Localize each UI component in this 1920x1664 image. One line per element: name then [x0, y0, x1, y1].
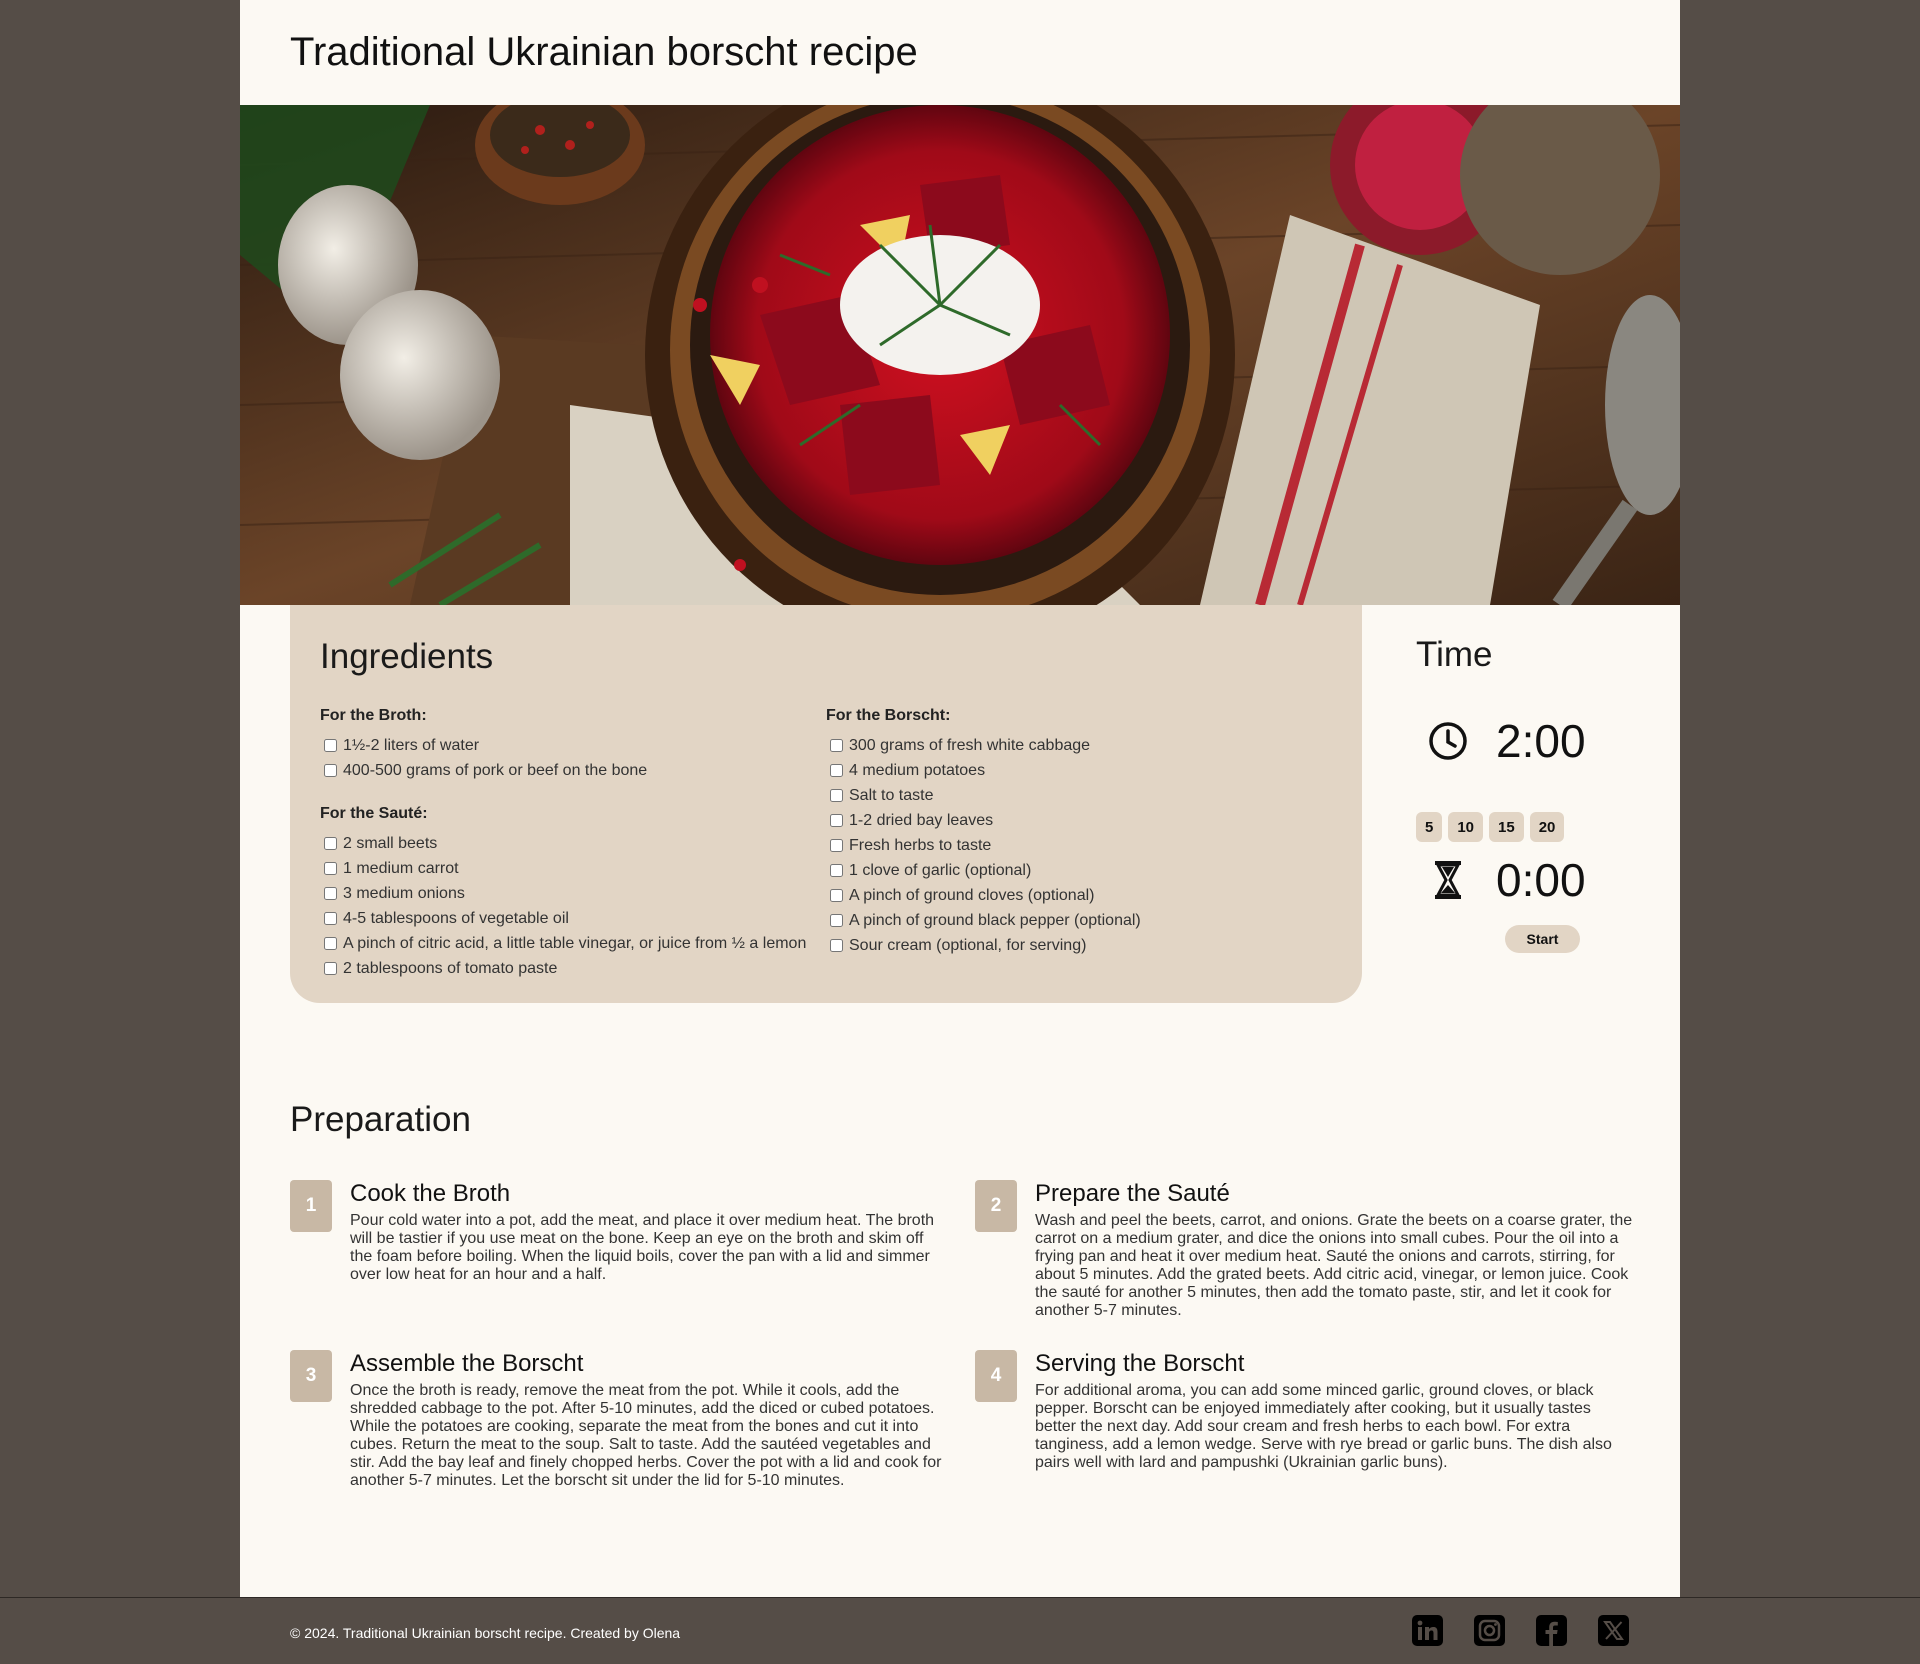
preset-20-button[interactable]: 20: [1529, 812, 1565, 842]
page-header: Traditional Ukrainian borscht recipe: [240, 0, 1680, 105]
ingredient-checkbox[interactable]: [324, 887, 337, 900]
social-links: [1412, 1615, 1629, 1646]
preset-10-button[interactable]: 10: [1448, 812, 1484, 842]
ingredient-item: A pinch of ground cloves (optional): [826, 883, 1332, 908]
ingredient-item: Sour cream (optional, for serving): [826, 933, 1332, 958]
step-title: Serving the Borscht: [1035, 1350, 1245, 1377]
step-text: Wash and peel the beets, carrot, and oni…: [1035, 1212, 1633, 1319]
preset-15-button[interactable]: 15: [1489, 812, 1524, 842]
step-3: 3 Assemble the Borscht Once the broth is…: [290, 1350, 950, 1490]
step-number: 4: [975, 1350, 1017, 1402]
x-icon[interactable]: [1598, 1615, 1629, 1646]
preparation-section: Preparation 1 Cook the Broth Pour cold w…: [290, 1100, 1640, 1490]
ingredient-checkbox[interactable]: [830, 864, 843, 877]
ingredient-item: 1 clove of garlic (optional): [826, 858, 1332, 883]
step-number: 2: [975, 1180, 1017, 1232]
page-title: Traditional Ukrainian borscht recipe: [290, 30, 918, 74]
ingredients-panel: Ingredients For the Broth: 1½-2 liters o…: [290, 605, 1362, 1003]
time-title: Time: [1416, 635, 1493, 674]
ingredient-item: 3 medium onions: [320, 881, 826, 906]
hourglass-icon: [1420, 852, 1476, 908]
group-title-broth: For the Broth:: [320, 707, 427, 724]
steps-grid: 1 Cook the Broth Pour cold water into a …: [290, 1180, 1640, 1490]
ingredient-checkbox[interactable]: [830, 839, 843, 852]
time-panel: Time 2:00 5 10 15 20 0:00 Start: [1416, 605, 1636, 985]
ingredient-list-borscht: 300 grams of fresh white cabbage 4 mediu…: [826, 733, 1332, 958]
timer-row: 0:00: [1416, 852, 1616, 908]
clock-icon: [1420, 713, 1476, 769]
step-title: Cook the Broth: [350, 1180, 511, 1207]
ingredient-checkbox[interactable]: [324, 962, 337, 975]
ingredient-item: 4-5 tablespoons of vegetable oil: [320, 906, 826, 931]
preset-5-button[interactable]: 5: [1416, 812, 1443, 842]
step-title: Prepare the Sauté: [1035, 1180, 1230, 1207]
group-title-saute: For the Sauté:: [320, 805, 428, 822]
total-time-value: 2:00: [1496, 715, 1586, 767]
timer-presets: 5 10 15 20: [1416, 812, 1565, 842]
linkedin-icon[interactable]: [1412, 1615, 1443, 1646]
ingredient-checkbox[interactable]: [830, 739, 843, 752]
ingredient-checkbox[interactable]: [830, 789, 843, 802]
ingredient-item: 2 tablespoons of tomato paste: [320, 956, 826, 981]
ingredient-item: 2 small beets: [320, 831, 826, 856]
ingredients-column-left: For the Broth: 1½-2 liters of water 400-…: [320, 707, 826, 1003]
ingredient-item: 400-500 grams of pork or beef on the bon…: [320, 758, 826, 783]
step-number: 3: [290, 1350, 332, 1402]
copyright-text: © 2024. Traditional Ukrainian borscht re…: [290, 1625, 681, 1641]
ingredient-item: Salt to taste: [826, 783, 1332, 808]
ingredient-item: 4 medium potatoes: [826, 758, 1332, 783]
ingredient-item: 1-2 dried bay leaves: [826, 808, 1332, 833]
ingredient-checkbox[interactable]: [324, 912, 337, 925]
step-1: 1 Cook the Broth Pour cold water into a …: [290, 1180, 950, 1320]
step-text: For additional aroma, you can add some m…: [1035, 1382, 1612, 1471]
step-4: 4 Serving the Borscht For additional aro…: [975, 1350, 1635, 1490]
ingredient-item: 300 grams of fresh white cabbage: [826, 733, 1332, 758]
ingredient-checkbox[interactable]: [324, 764, 337, 777]
ingredient-item: A pinch of ground black pepper (optional…: [826, 908, 1332, 933]
step-number: 1: [290, 1180, 332, 1232]
ingredient-checkbox[interactable]: [324, 837, 337, 850]
step-title: Assemble the Borscht: [350, 1350, 584, 1377]
ingredient-item: 1 medium carrot: [320, 856, 826, 881]
step-text: Pour cold water into a pot, add the meat…: [350, 1212, 935, 1283]
ingredient-checkbox[interactable]: [830, 814, 843, 827]
ingredient-checkbox[interactable]: [324, 937, 337, 950]
ingredients-column-right: For the Borscht: 300 grams of fresh whit…: [826, 707, 1332, 1003]
ingredient-item: A pinch of citric acid, a little table v…: [320, 931, 826, 956]
step-text: Once the broth is ready, remove the meat…: [350, 1382, 942, 1489]
ingredient-list-broth: 1½-2 liters of water 400-500 grams of po…: [320, 733, 826, 783]
total-time-row: 2:00: [1416, 713, 1616, 769]
footer: © 2024. Traditional Ukrainian borscht re…: [0, 1597, 1920, 1664]
facebook-icon[interactable]: [1536, 1615, 1567, 1646]
ingredient-list-saute: 2 small beets 1 medium carrot 3 medium o…: [320, 831, 826, 981]
ingredient-checkbox[interactable]: [324, 739, 337, 752]
ingredient-item: Fresh herbs to taste: [826, 833, 1332, 858]
start-timer-button[interactable]: Start: [1505, 925, 1580, 953]
ingredient-checkbox[interactable]: [830, 889, 843, 902]
instagram-icon[interactable]: [1474, 1615, 1505, 1646]
ingredient-item: 1½-2 liters of water: [320, 733, 826, 758]
group-title-borscht: For the Borscht:: [826, 707, 951, 724]
ingredient-checkbox[interactable]: [830, 764, 843, 777]
step-2: 2 Prepare the Sauté Wash and peel the be…: [975, 1180, 1635, 1320]
ingredient-checkbox[interactable]: [830, 939, 843, 952]
hero-image: [240, 105, 1680, 605]
preparation-title: Preparation: [290, 1100, 471, 1139]
page-container: Traditional Ukrainian borscht recipe Ing…: [240, 0, 1680, 1597]
ingredient-checkbox[interactable]: [324, 862, 337, 875]
ingredients-title: Ingredients: [320, 637, 494, 676]
timer-value: 0:00: [1496, 854, 1586, 906]
borscht-illustration: [240, 105, 1680, 605]
ingredient-checkbox[interactable]: [830, 914, 843, 927]
